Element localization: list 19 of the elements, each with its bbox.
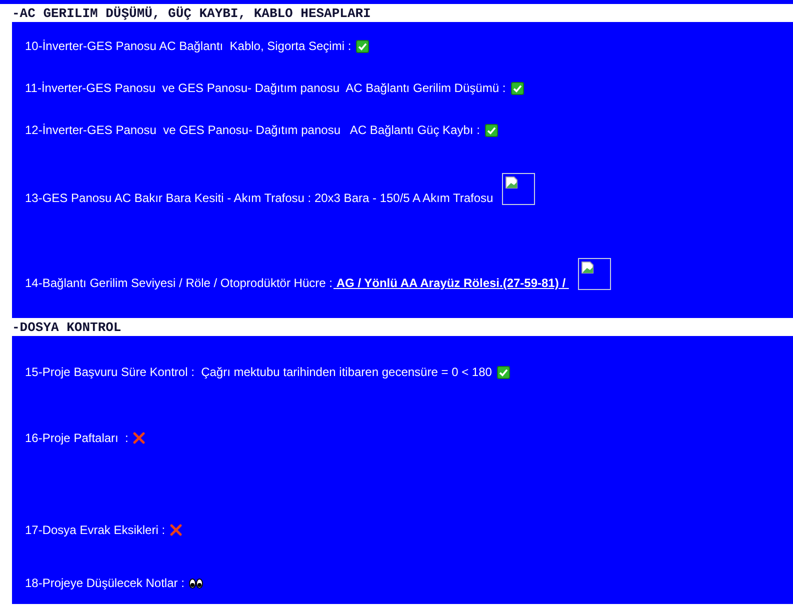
- cross-icon: [133, 432, 146, 444]
- check-item-label: 15-Proje Başvuru Süre Kontrol : Çağrı mektubu tarihinden itibaren gecensüre = 0 < 180: [25, 364, 492, 381]
- eyes-icon: [189, 578, 204, 589]
- check-item-label: 10-İnverter-GES Panosu AC Bağlantı Kablo, Sigorta Seçimi :: [25, 38, 352, 55]
- check-item-label: 11-İnverter-GES Panosu ve GES Panosu- Dağıtım panosu AC Bağlantı Gerilim Düşümü :: [25, 80, 506, 97]
- broken-image-icon: [578, 258, 611, 290]
- relay-link[interactable]: AG / Yönlü AA Arayüz Rölesi.(27-59-81) /: [333, 273, 569, 293]
- check-item-label: 17-Dosya Evrak Eksikleri :: [25, 522, 166, 539]
- checkmark-icon: [484, 124, 498, 137]
- checkmark-icon: [510, 82, 524, 95]
- check-item-label: 12-İnverter-GES Panosu ve GES Panosu- Dağıtım panosu AC Bağlantı Güç Kaybı :: [25, 122, 480, 139]
- check-item-label: 13-GES Panosu AC Bakır Bara Kesiti - Akım Trafosu : 20x3 Bara - 150/5 A Akım Trafosu: [25, 190, 494, 207]
- broken-image-icon: [502, 173, 536, 205]
- check-item-label: 14-Bağlantı Gerilim Seviyesi / Röle / Otoprodüktör Hücre :: [25, 275, 332, 292]
- check-item-label: 18-Projeye Düşülecek Notlar :: [25, 575, 184, 592]
- checkmark-icon: [356, 40, 370, 53]
- check-item-label: 16-Proje Paftaları :: [25, 430, 128, 447]
- checkmark-icon: [496, 366, 510, 379]
- cross-icon: [170, 524, 182, 536]
